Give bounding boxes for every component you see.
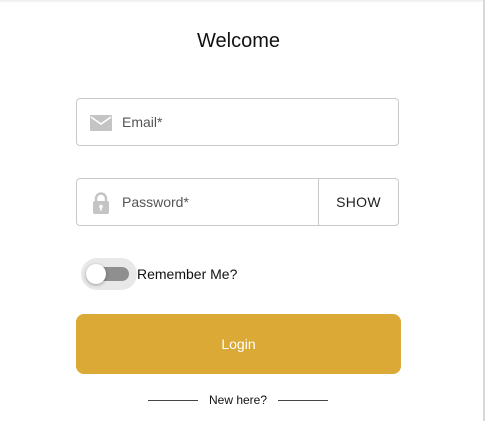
top-shadow xyxy=(0,0,484,3)
remember-me-row: Remember Me? xyxy=(81,258,237,290)
login-panel: Welcome SHOW Remember Me? Login xyxy=(0,0,484,421)
show-password-button[interactable]: SHOW xyxy=(318,179,398,225)
divider-line-left xyxy=(148,399,198,401)
remember-me-toggle[interactable] xyxy=(81,258,137,290)
toggle-knob xyxy=(86,264,106,284)
envelope-icon xyxy=(89,111,113,135)
email-input[interactable] xyxy=(122,99,387,145)
login-button[interactable]: Login xyxy=(76,314,401,374)
page-title: Welcome xyxy=(197,30,280,52)
password-input[interactable] xyxy=(122,179,312,225)
new-here-text: New here? xyxy=(208,393,268,407)
new-here-divider: New here? xyxy=(148,392,328,408)
lock-icon xyxy=(89,191,113,215)
password-field[interactable]: SHOW xyxy=(76,178,399,226)
email-field[interactable] xyxy=(76,98,399,146)
divider-line-right xyxy=(278,399,328,401)
remember-me-label: Remember Me? xyxy=(137,266,238,282)
